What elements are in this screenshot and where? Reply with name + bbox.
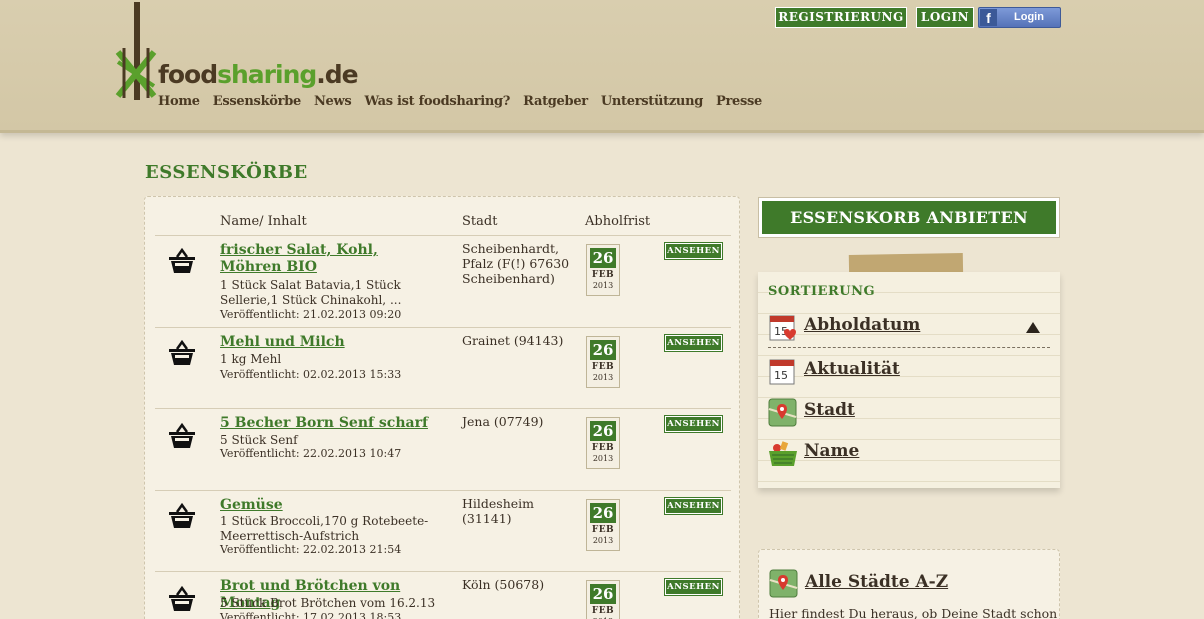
sort-label: Aktualität [804, 359, 900, 379]
sort-title: SORTIERUNG [768, 284, 876, 299]
nav-about[interactable]: Was ist foodsharing? [364, 94, 510, 109]
basket-published: Veröffentlicht: 21.02.2013 09:20 [220, 308, 402, 321]
sort-label: Abholdatum [804, 315, 921, 335]
basket-city: Jena (07749) [462, 414, 544, 429]
logo-part-food: food [158, 60, 218, 89]
nav-essenskoerbe[interactable]: Essenskörbe [213, 94, 301, 109]
deadline-year: 2013 [592, 536, 614, 545]
column-header-name: Name/ Inhalt [220, 214, 307, 229]
basket-title-link[interactable]: frischer Salat, Kohl, Möhren BIO [220, 242, 442, 276]
basket-description: 5 Stück Senf [220, 433, 298, 447]
logo-part-tld: .de [316, 60, 358, 89]
view-basket-button[interactable]: ANSEHEN [664, 578, 723, 596]
basket-list-panel: Name/ Inhalt Stadt Abholfrist frischer S… [144, 196, 740, 619]
sort-by-city[interactable]: Stadt [768, 395, 1050, 429]
login-button[interactable]: LOGIN [916, 7, 974, 28]
view-basket-button[interactable]: ANSEHEN [664, 242, 723, 260]
basket-city: Grainet (94143) [462, 333, 564, 348]
basket-published: Veröffentlicht: 22.02.2013 21:54 [220, 543, 402, 556]
calendar-heart-icon: 15 [769, 315, 796, 341]
basket-published: Veröffentlicht: 22.02.2013 10:47 [220, 447, 402, 460]
basket-title-link[interactable]: Gemüse [220, 497, 442, 514]
sort-label: Name [804, 441, 860, 461]
deadline-year: 2013 [592, 454, 614, 463]
basket-published: Veröffentlicht: 02.02.2013 15:33 [220, 368, 402, 381]
table-row: Gemüse 1 Stück Broccoli,170 g Rotebeete-… [155, 490, 731, 571]
deadline-day: 26 [590, 248, 616, 268]
deadline-year: 2013 [592, 373, 614, 382]
sort-ascending-icon[interactable] [1026, 322, 1040, 333]
page-title: ESSENSKÖRBE [145, 162, 308, 183]
site-header: foodsharing.de Home Essenskörbe News Was… [0, 0, 1204, 133]
deadline-month: FEB [591, 525, 615, 535]
deadline-month: FEB [591, 443, 615, 453]
basket-icon [169, 503, 195, 528]
map-pin-icon [769, 569, 798, 598]
calendar-icon: 15 [769, 359, 795, 385]
deadline-calendar: 26 FEB 2013 [586, 499, 620, 551]
sort-by-actuality[interactable]: 15 Aktualität [768, 354, 1050, 388]
basket-icon [169, 586, 195, 611]
view-basket-button[interactable]: ANSEHEN [664, 497, 723, 515]
deadline-day: 26 [590, 340, 616, 360]
deadline-month: FEB [591, 606, 615, 616]
basket-title-link[interactable]: 5 Becher Born Senf scharf [220, 415, 442, 432]
basket-city: Köln (50678) [462, 577, 545, 592]
nav-home[interactable]: Home [158, 94, 200, 109]
table-row: Brot und Brötchen von Montag 5 Stück Bro… [155, 571, 731, 619]
basket-description: 5 Stück Brot Brötchen vom 16.2.13 [220, 596, 436, 610]
nav-presse[interactable]: Presse [716, 94, 762, 109]
facebook-icon: f [980, 9, 997, 26]
offer-basket-button[interactable]: ESSENSKORB ANBIETEN [758, 197, 1060, 238]
deadline-day: 26 [590, 503, 616, 523]
basket-icon [169, 340, 195, 365]
basket-city: Scheibenhardt, Pfalz (F(!) 67630 Scheibe… [462, 241, 570, 286]
deadline-month: FEB [591, 362, 615, 372]
deadline-calendar: 26 FEB 2013 [586, 417, 620, 469]
table-row: frischer Salat, Kohl, Möhren BIO 1 Stück… [155, 235, 731, 327]
sort-box: SORTIERUNG 15 Abholdatum 15 Aktualität S… [758, 272, 1060, 488]
nav-ratgeber[interactable]: Ratgeber [523, 94, 588, 109]
deadline-day: 26 [590, 421, 616, 441]
column-header-city: Stadt [462, 214, 498, 229]
facebook-login-button[interactable]: f Login [978, 7, 1061, 28]
all-cities-box: Alle Städte A-Z Hier findest Du heraus, … [758, 549, 1060, 619]
deadline-day: 26 [590, 584, 616, 604]
register-button[interactable]: REGISTRIERUNG [775, 7, 907, 28]
deadline-calendar: 26 FEB 2013 [586, 244, 620, 296]
basket-city: Hildesheim (31141) [462, 496, 535, 526]
column-header-deadline: Abholfrist [585, 214, 651, 229]
all-cities-description: Hier findest Du heraus, ob Deine Stadt s… [769, 606, 1058, 619]
basket-description: 1 Stück Salat Batavia,1 Stück Sellerie,1… [220, 278, 402, 307]
basket-published: Veröffentlicht: 17.02.2013 18:53 [220, 611, 402, 619]
all-cities-link[interactable]: Alle Städte A-Z [805, 572, 948, 592]
table-row: Mehl und Milch 1 kg Mehl Veröffentlicht:… [155, 327, 731, 408]
main-nav: Home Essenskörbe News Was ist foodsharin… [158, 94, 762, 109]
view-basket-button[interactable]: ANSEHEN [664, 334, 723, 352]
deadline-month: FEB [591, 270, 615, 280]
basket-icon [169, 423, 195, 448]
facebook-login-label: Login [1014, 11, 1044, 23]
map-pin-icon [768, 398, 797, 427]
deadline-calendar: 26 FEB 2013 [586, 336, 620, 388]
svg-text:15: 15 [774, 369, 788, 382]
deadline-year: 2013 [592, 281, 614, 290]
view-basket-button[interactable]: ANSEHEN [664, 415, 723, 433]
basket-description: 1 kg Mehl [220, 352, 282, 366]
table-row: 5 Becher Born Senf scharf 5 Stück Senf V… [155, 408, 731, 490]
basket-icon [169, 248, 195, 273]
sort-by-name[interactable]: Name [768, 436, 1050, 470]
sort-label: Stadt [804, 400, 855, 420]
nav-news[interactable]: News [314, 94, 352, 109]
logo-part-sharing: sharing [217, 60, 317, 89]
basket-title-link[interactable]: Mehl und Milch [220, 334, 442, 351]
basket-description: 1 Stück Broccoli,170 g Rotebeete-Meerret… [220, 514, 429, 543]
logo-wordmark[interactable]: foodsharing.de [158, 60, 359, 89]
nav-support[interactable]: Unterstützung [601, 94, 703, 109]
sort-by-pickup-date[interactable]: 15 Abholdatum [768, 310, 1050, 348]
basket-icon [769, 441, 797, 466]
deadline-calendar: 26 FEB 2013 [586, 580, 620, 619]
